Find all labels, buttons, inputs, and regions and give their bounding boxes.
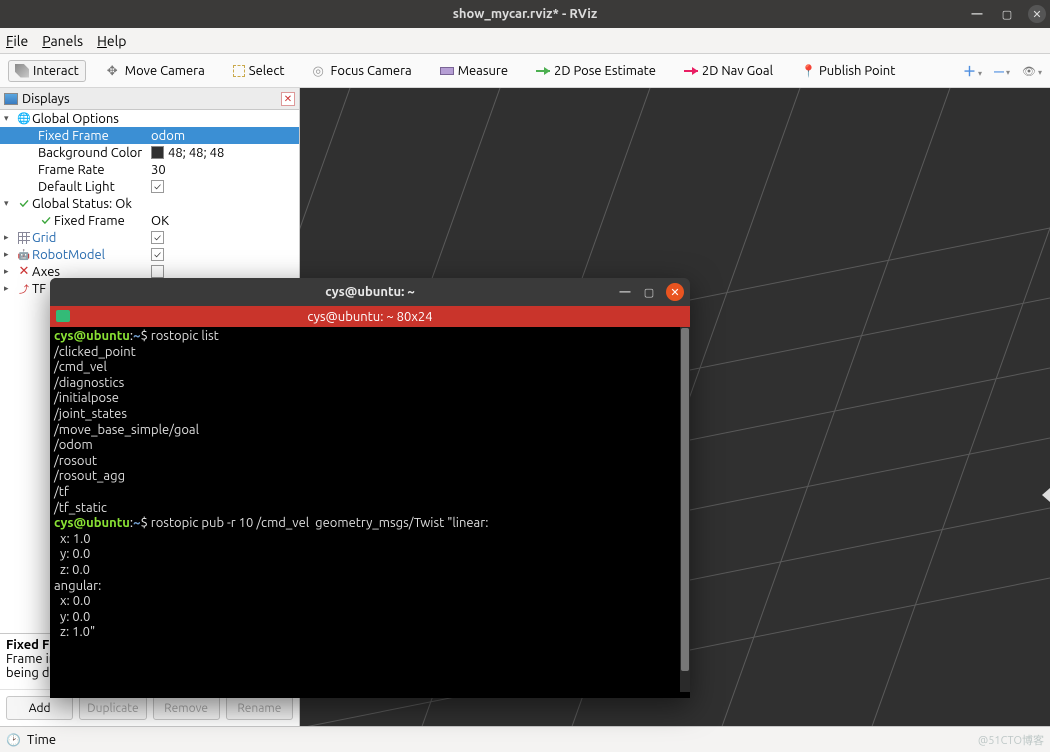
measure-icon xyxy=(440,67,454,75)
eye-icon xyxy=(1022,64,1036,78)
tree-frame-rate[interactable]: Frame Rate 30 xyxy=(0,161,299,178)
displays-tree[interactable]: ▾ Global Options Fixed Frame odom Backgr… xyxy=(0,110,299,297)
grid-icon xyxy=(18,232,30,244)
terminal-tab-label: cys@ubuntu: ~ 80x24 xyxy=(307,310,432,324)
menu-help[interactable]: Help xyxy=(97,33,126,49)
focus-icon xyxy=(313,64,327,78)
pose-icon xyxy=(536,70,550,72)
terminal-tab-icon xyxy=(56,310,70,322)
add-button[interactable]: Add xyxy=(6,696,73,720)
check-icon xyxy=(16,197,32,211)
terminal-maximize-button[interactable]: ▢ xyxy=(642,285,656,299)
robot-icon xyxy=(16,249,32,261)
default-light-checkbox[interactable]: ✓ xyxy=(151,180,164,193)
tree-fixed-frame[interactable]: Fixed Frame odom xyxy=(0,127,299,144)
globe-icon xyxy=(16,112,32,125)
tool-select[interactable]: Select xyxy=(226,60,292,82)
terminal-title: cys@ubuntu: ~ xyxy=(325,285,415,299)
menu-file[interactable]: File xyxy=(6,33,28,49)
displays-icon xyxy=(4,93,18,105)
minus-icon xyxy=(994,64,1004,78)
terminal-tab[interactable]: cys@ubuntu: ~ 80x24 xyxy=(50,306,690,327)
tree-global-options[interactable]: ▾ Global Options xyxy=(0,110,299,127)
axes-icon xyxy=(16,264,32,279)
tree-status-fixed-frame[interactable]: Fixed Frame OK xyxy=(0,212,299,229)
frame-rate-value[interactable]: 30 xyxy=(151,163,299,177)
nav-icon xyxy=(684,70,698,72)
terminal-close-button[interactable]: ✕ xyxy=(666,283,684,301)
tool-publish-point[interactable]: Publish Point xyxy=(794,60,902,82)
window-close-button[interactable]: ✕ xyxy=(1028,5,1046,23)
tree-grid[interactable]: ▸ Grid ✓ xyxy=(0,229,299,246)
displays-panel-header[interactable]: Displays ✕ xyxy=(0,88,299,110)
grid-checkbox[interactable]: ✓ xyxy=(151,231,164,244)
window-titlebar: show_mycar.rviz* - RViz — ▢ ✕ xyxy=(0,0,1050,28)
menu-bar: File Panels Help xyxy=(0,28,1050,54)
watermark: @51CTO博客 xyxy=(978,732,1044,748)
tool-views[interactable] xyxy=(1022,64,1042,78)
terminal-body[interactable]: cys@ubuntu:~$ rostopic list /clicked_poi… xyxy=(50,327,690,698)
clock-icon xyxy=(6,733,21,747)
tool-remove-view[interactable] xyxy=(994,64,1010,78)
move-icon xyxy=(107,64,121,78)
interact-icon xyxy=(15,64,29,78)
tree-global-status[interactable]: ▾ Global Status: Ok xyxy=(0,195,299,212)
displays-title: Displays xyxy=(22,92,70,106)
tool-2d-pose[interactable]: 2D Pose Estimate xyxy=(529,60,663,82)
terminal-minimize-button[interactable]: — xyxy=(618,285,632,299)
tool-focus-camera[interactable]: Focus Camera xyxy=(306,60,419,82)
tool-interact[interactable]: Interact xyxy=(8,60,86,82)
tool-measure[interactable]: Measure xyxy=(433,60,515,82)
color-swatch xyxy=(151,146,164,159)
plus-icon xyxy=(963,65,976,79)
tool-add-view[interactable] xyxy=(963,61,982,80)
window-maximize-button[interactable]: ▢ xyxy=(998,5,1016,23)
select-icon xyxy=(233,65,245,77)
bg-color-value[interactable]: 48; 48; 48 xyxy=(151,146,299,160)
time-panel: Time xyxy=(0,726,1050,752)
rename-button: Rename xyxy=(226,696,293,720)
fixed-frame-value[interactable]: odom xyxy=(151,129,299,143)
robot-checkbox[interactable]: ✓ xyxy=(151,248,164,261)
remove-button: Remove xyxy=(153,696,220,720)
tree-bg-color[interactable]: Background Color 48; 48; 48 xyxy=(0,144,299,161)
terminal-output-pub: x: 1.0 y: 0.0 z: 0.0 angular: x: 0.0 y: … xyxy=(54,532,101,640)
terminal-output-topics: /clicked_point /cmd_vel /diagnostics /in… xyxy=(54,345,199,515)
terminal-titlebar[interactable]: cys@ubuntu: ~ — ▢ ✕ xyxy=(50,278,690,306)
check-icon xyxy=(38,214,54,228)
duplicate-button: Duplicate xyxy=(79,696,146,720)
tree-default-light[interactable]: Default Light ✓ xyxy=(0,178,299,195)
panel-close-icon[interactable]: ✕ xyxy=(281,92,295,106)
axes-checkbox[interactable] xyxy=(151,265,164,278)
toolbar: Interact Move Camera Select Focus Camera… xyxy=(0,54,1050,88)
publish-icon xyxy=(801,64,815,78)
window-title: show_mycar.rviz* - RViz xyxy=(453,7,597,21)
terminal-scrollbar[interactable] xyxy=(680,327,690,692)
window-minimize-button[interactable]: — xyxy=(968,5,986,23)
tool-move-camera[interactable]: Move Camera xyxy=(100,60,212,82)
tf-icon xyxy=(16,281,32,296)
time-label: Time xyxy=(27,733,56,747)
tree-robotmodel[interactable]: ▸ RobotModel ✓ xyxy=(0,246,299,263)
terminal-window[interactable]: cys@ubuntu: ~ — ▢ ✕ cys@ubuntu: ~ 80x24 … xyxy=(50,278,690,698)
tool-2d-nav[interactable]: 2D Nav Goal xyxy=(677,60,780,82)
menu-panels[interactable]: Panels xyxy=(42,33,83,49)
